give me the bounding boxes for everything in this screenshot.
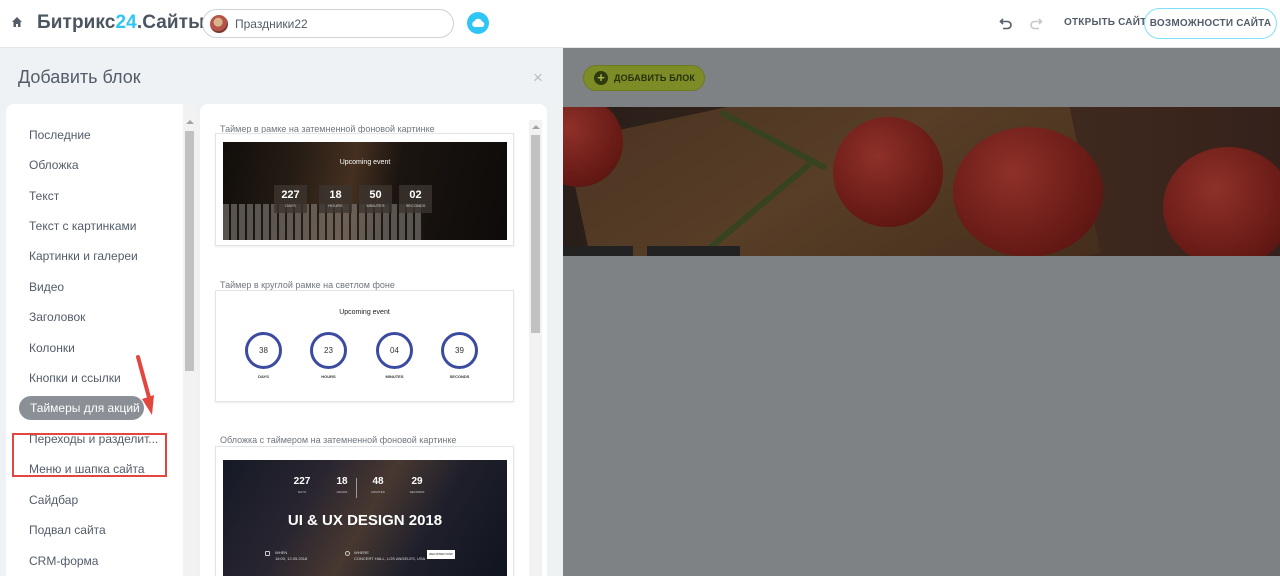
category-scrollbar[interactable] xyxy=(183,104,196,576)
countdown-cell: 02 SECONDS xyxy=(399,185,432,213)
countdown-ring: 23 xyxy=(310,332,347,369)
cloud-icon[interactable] xyxy=(467,12,489,34)
countdown-ring: 38 xyxy=(245,332,282,369)
category-list: Последние Обложка Текст Текст с картинка… xyxy=(6,104,196,576)
register-button: REGISTER NOW xyxy=(427,550,455,559)
category-item[interactable]: Колонки xyxy=(29,341,75,355)
category-item[interactable]: Заголовок xyxy=(29,310,85,324)
countdown-unit: HOURS xyxy=(321,374,336,379)
countdown-unit: MINUTES xyxy=(385,374,404,379)
countdown-unit: SECONDS xyxy=(449,374,470,379)
template-label: Таймер в круглой рамке на светлом фоне xyxy=(220,280,395,290)
countdown-ring: 39 xyxy=(441,332,478,369)
template-label: Обложка с таймером на затемненной фоново… xyxy=(220,435,457,445)
category-item[interactable]: Текст с картинками xyxy=(29,219,136,233)
plus-icon: + xyxy=(594,71,608,85)
category-item[interactable]: Картинки и галереи xyxy=(29,249,138,263)
category-item[interactable]: CRM-форма xyxy=(29,554,98,568)
add-block-label: ДОБАВИТЬ БЛОК xyxy=(614,73,696,83)
open-site-link[interactable]: ОТКРЫТЬ САЙТ xyxy=(1064,17,1146,28)
arrow-annotation-icon xyxy=(136,355,154,415)
event-date: WHEN 16:00, 12.05.2018 xyxy=(275,550,308,561)
site-selector[interactable]: Праздники22 xyxy=(202,9,454,38)
event-place: WHERE CONCERT HALL, LOS ANGELES, USA xyxy=(354,550,426,561)
template-card[interactable]: Upcoming event 38 23 04 39 DAYS HOURS MI… xyxy=(215,290,514,402)
countdown-ring: 04 xyxy=(376,332,413,369)
home-icon[interactable] xyxy=(11,16,23,28)
category-item[interactable]: Последние xyxy=(29,128,91,142)
category-item[interactable]: Видео xyxy=(29,280,64,294)
site-name: Праздники22 xyxy=(235,17,308,31)
redo-icon[interactable] xyxy=(1029,16,1043,30)
template-card[interactable]: Upcoming event 227 DAYS 18 HOURS 50 MINUTES… xyxy=(215,133,514,246)
countdown-cell: 29 SECONDS xyxy=(409,476,425,494)
site-avatar xyxy=(210,15,228,33)
hero-cover-image: КАТАЛОГ КОНТАКТЫ xyxy=(563,107,1280,256)
brand-suffix: .Сайты xyxy=(136,12,205,33)
event-caption: Upcoming event xyxy=(339,309,390,316)
category-item-active[interactable]: Таймеры для акций xyxy=(19,396,144,420)
calendar-icon xyxy=(265,551,270,556)
nav-contacts[interactable]: КОНТАКТЫ xyxy=(647,246,740,256)
category-item[interactable]: Сайдбар xyxy=(29,493,78,507)
site-preview: КАТАЛОГ КОНТАКТЫ + ДОБАВИТЬ БЛОК xyxy=(563,48,1280,576)
template-list: Таймер в рамке на затемненной фоновой ка… xyxy=(200,104,547,576)
countdown-cell: 227 DAYS xyxy=(293,476,311,494)
top-bar: Битрикс24.Сайты Праздники22 ОТКРЫТЬ САЙТ… xyxy=(0,0,1280,48)
template-headline: UI & UX DESIGN 2018 xyxy=(287,512,443,529)
site-features-button[interactable]: ВОЗМОЖНОСТИ САЙТА xyxy=(1144,8,1277,39)
template-card[interactable]: 227 DAYS 18 HOURS 48 MINUTES 29 SECONDS UI &… xyxy=(215,446,514,576)
scrollbar-thumb[interactable] xyxy=(531,135,540,333)
brand-prefix: Битрикс xyxy=(37,12,116,33)
add-block-button[interactable]: + ДОБАВИТЬ БЛОК xyxy=(583,65,705,91)
brand-accent: 24 xyxy=(115,12,137,33)
nav-catalog[interactable]: КАТАЛОГ xyxy=(563,246,633,256)
countdown-unit: DAYS xyxy=(258,374,269,379)
add-block-panel: Добавить блок × Последние Обложка Текст … xyxy=(0,48,563,576)
panel-title: Добавить блок xyxy=(18,67,141,87)
countdown-cell: 50 MINUTES xyxy=(359,185,392,213)
event-caption: Upcoming event xyxy=(339,159,391,166)
close-icon[interactable]: × xyxy=(533,69,543,86)
template-preview: 227 DAYS 18 HOURS 48 MINUTES 29 SECONDS UI &… xyxy=(223,460,507,576)
countdown-cell: 227 DAYS xyxy=(274,185,307,213)
scrollbar-thumb[interactable] xyxy=(185,131,194,371)
location-icon xyxy=(345,551,350,556)
app-logo[interactable]: Битрикс24.Сайты xyxy=(37,12,204,34)
template-scrollbar[interactable] xyxy=(529,120,542,576)
category-item[interactable]: Обложка xyxy=(29,158,79,172)
category-item[interactable]: Подвал сайта xyxy=(29,523,106,537)
countdown-cell: 18 HOURS xyxy=(319,185,352,213)
highlight-frame xyxy=(12,433,167,477)
countdown-cell: 48 MINUTES xyxy=(371,476,385,494)
template-preview: Upcoming event 227 DAYS 18 HOURS 50 MINUTES… xyxy=(223,142,507,240)
undo-icon[interactable] xyxy=(999,16,1013,30)
category-item[interactable]: Кнопки и ссылки xyxy=(29,371,121,385)
category-item[interactable]: Текст xyxy=(29,189,59,203)
